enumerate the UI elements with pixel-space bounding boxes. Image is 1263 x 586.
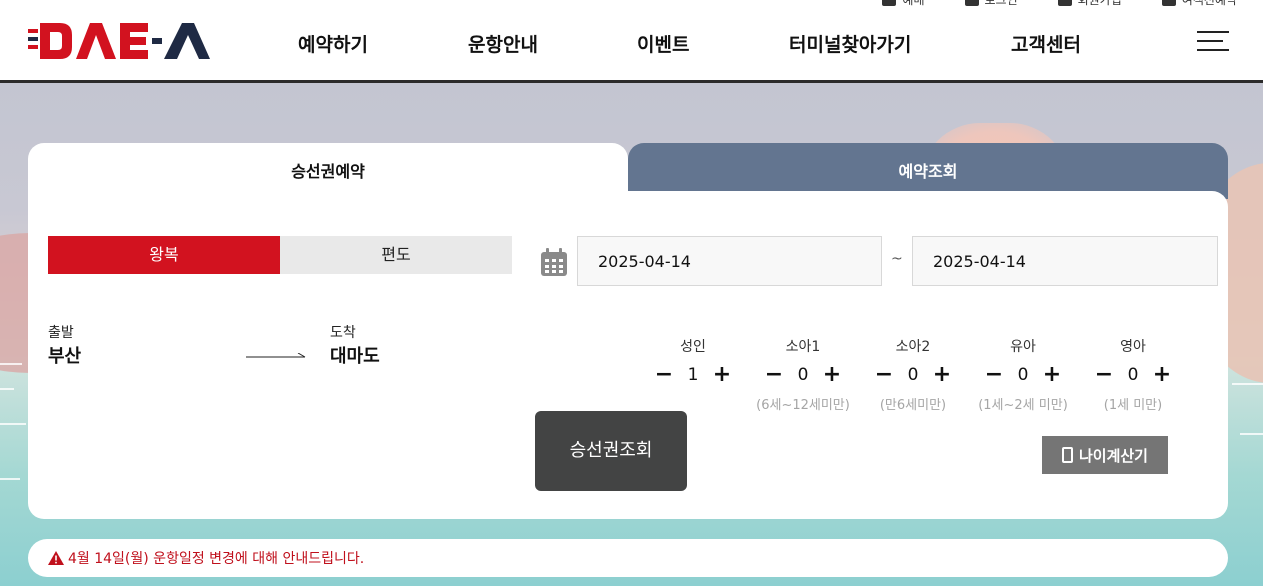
user-icon — [964, 0, 979, 6]
route-arrow-icon — [246, 353, 306, 358]
passenger-type-label: 유아 — [1010, 339, 1036, 355]
arrival-port[interactable]: 대마도 — [330, 342, 380, 368]
increase-button[interactable]: + — [1038, 362, 1066, 388]
nav-schedule[interactable]: 운항안내 — [468, 30, 538, 57]
increase-button[interactable]: + — [1148, 362, 1176, 388]
increase-button[interactable]: + — [818, 362, 846, 388]
passenger-count: 0 — [1017, 365, 1029, 385]
increase-button[interactable]: + — [708, 362, 736, 388]
notice-text: 4월 14일(월) 운항일정 변경에 대해 안내드립니다. — [68, 551, 365, 567]
age-range-label: (만6세미만) — [879, 398, 947, 413]
decrease-button[interactable]: − — [870, 362, 898, 388]
return-date-input[interactable]: 2025-04-14 — [912, 236, 1218, 286]
reservation-panel: 왕복 편도 2025-04-14 ~ 2025-04-14 출발 부산 도착 대… — [28, 191, 1228, 519]
oneway-button[interactable]: 편도 — [280, 236, 512, 274]
departure-port[interactable]: 부산 — [48, 342, 81, 368]
passenger-count: 0 — [797, 365, 809, 385]
main-nav: 예약하기 운항안내 이벤트 터미널찾아가기 고객센터 — [0, 30, 1263, 57]
arrival-label: 도착 — [330, 325, 356, 341]
passenger-count: 0 — [907, 365, 919, 385]
age-calculator-button[interactable]: 나이계산기 — [1042, 436, 1168, 474]
depart-date-input[interactable]: 2025-04-14 — [577, 236, 882, 286]
calendar-icon[interactable] — [540, 247, 568, 277]
utility-menu: 예매 로그인 회원가입 여객선예약 — [882, 0, 1237, 8]
passenger-toddler: 유아 − 0 + (1세~2세 미만) — [968, 336, 1078, 413]
departure-label: 출발 — [48, 325, 74, 341]
passenger-type-label: 영아 — [1120, 339, 1146, 355]
date-separator: ~ — [891, 251, 903, 267]
nav-terminal[interactable]: 터미널찾아가기 — [789, 30, 911, 57]
ticket-icon — [882, 0, 897, 6]
age-range-label: (6세~12세미만) — [756, 398, 850, 413]
passenger-type-label: 소아1 — [785, 339, 821, 355]
age-range-label: (1세~2세 미만) — [978, 398, 1068, 413]
passenger-count: 1 — [687, 365, 699, 385]
passenger-infant: 영아 − 0 + (1세 미만) — [1078, 336, 1188, 413]
util-item-2[interactable]: 로그인 — [964, 0, 1018, 8]
passenger-child2: 소아2 − 0 + (만6세미만) — [858, 336, 968, 413]
age-calculator-label: 나이계산기 — [1078, 446, 1148, 465]
decrease-button[interactable]: − — [760, 362, 788, 388]
util-item-1[interactable]: 예매 — [882, 0, 925, 8]
nav-reservation[interactable]: 예약하기 — [298, 30, 368, 57]
decrease-button[interactable]: − — [980, 362, 1008, 388]
util-item-3[interactable]: 회원가입 — [1057, 0, 1122, 8]
decrease-button[interactable]: − — [650, 362, 678, 388]
decrease-button[interactable]: − — [1090, 362, 1118, 388]
ticket-search-button[interactable]: 승선권조회 — [535, 411, 687, 491]
site-header: 예매 로그인 회원가입 여객선예약 예약하기 운항안내 이벤트 터미널찾아가기 … — [0, 0, 1263, 83]
calculator-icon — [1061, 447, 1073, 463]
increase-button[interactable]: + — [928, 362, 956, 388]
warning-icon — [48, 551, 64, 565]
menu-icon[interactable] — [1197, 29, 1229, 53]
passenger-adult: 성인 − 1 + — [638, 336, 748, 388]
util-item-4[interactable]: 여객선예약 — [1161, 0, 1237, 8]
ship-icon — [1161, 0, 1176, 6]
roundtrip-button[interactable]: 왕복 — [48, 236, 280, 274]
passenger-type-label: 소아2 — [895, 339, 931, 355]
nav-customer-center[interactable]: 고객센터 — [1011, 30, 1081, 57]
age-range-label: (1세 미만) — [1103, 398, 1163, 413]
nav-event[interactable]: 이벤트 — [637, 30, 689, 57]
passenger-child1: 소아1 − 0 + (6세~12세미만) — [748, 336, 858, 413]
join-icon — [1057, 0, 1072, 6]
notice-bar[interactable]: 4월 14일(월) 운항일정 변경에 대해 안내드립니다. — [28, 539, 1228, 577]
passenger-count: 0 — [1127, 365, 1139, 385]
passenger-type-label: 성인 — [680, 339, 706, 355]
